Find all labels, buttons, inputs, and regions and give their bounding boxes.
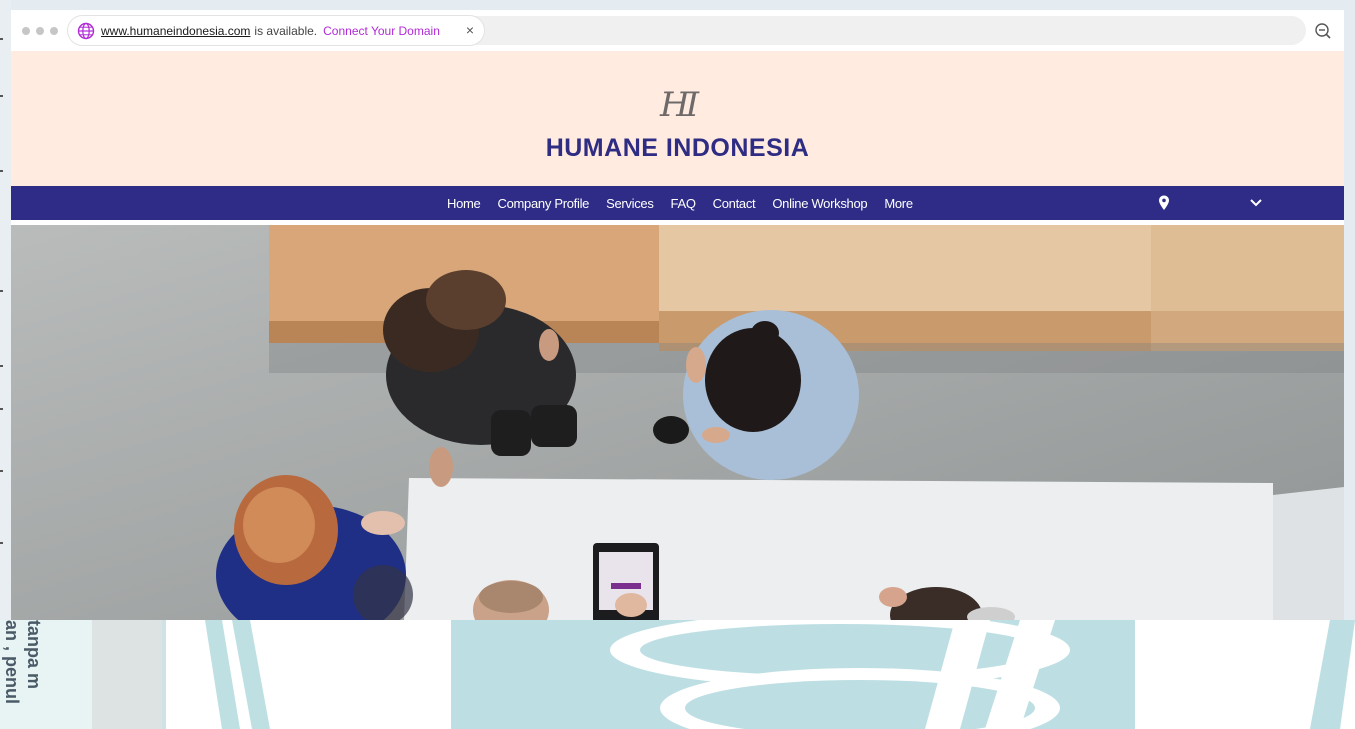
close-icon[interactable]: ×: [466, 22, 474, 38]
margin-tick: [0, 170, 3, 172]
site-title[interactable]: HUMANE INDONESIA: [11, 134, 1344, 163]
globe-icon: [77, 22, 95, 39]
nav-item-home[interactable]: Home: [447, 196, 481, 211]
site-header: HI HUMANE INDONESIA: [11, 51, 1344, 186]
watermark-line-1: tanpa m: [24, 620, 44, 690]
browser-window: www.humaneindonesia.com is available. Co…: [11, 10, 1344, 620]
window-dot[interactable]: [50, 27, 58, 35]
nav-item-more[interactable]: More: [884, 196, 913, 211]
watermark-text: tanpa m an , penul: [0, 620, 48, 729]
watermark-graphic: [0, 620, 1355, 729]
margin-tick: [0, 365, 3, 367]
logo-mark[interactable]: HI: [11, 85, 1344, 125]
zoom-out-icon[interactable]: [1314, 22, 1332, 40]
margin-tick: [0, 290, 3, 292]
browser-topbar: www.humaneindonesia.com is available. Co…: [11, 10, 1344, 51]
window-controls[interactable]: [22, 27, 58, 35]
office-meeting-photo: [11, 225, 1344, 620]
nav-item-company-profile[interactable]: Company Profile: [497, 196, 589, 211]
connect-domain-link[interactable]: Connect Your Domain: [323, 24, 440, 38]
margin-tick: [0, 95, 3, 97]
map-pin-icon[interactable]: [1158, 195, 1170, 211]
scan-margin: [0, 0, 11, 620]
margin-tick: [0, 408, 3, 410]
watermark-line-2: an , penul: [2, 620, 22, 705]
watermark-strip: tanpa m an , penul: [0, 620, 1355, 729]
margin-tick: [0, 542, 3, 544]
nav-item-contact[interactable]: Contact: [713, 196, 756, 211]
domain-notice: www.humaneindonesia.com is available. Co…: [68, 16, 484, 45]
nav-item-faq[interactable]: FAQ: [671, 196, 696, 211]
nav-items: Home Company Profile Services FAQ Contac…: [447, 186, 913, 220]
margin-tick: [0, 470, 3, 472]
hero-image: [11, 225, 1344, 620]
margin-tick: [0, 38, 3, 40]
main-nav: Home Company Profile Services FAQ Contac…: [11, 186, 1344, 220]
chevron-down-icon[interactable]: [1249, 198, 1263, 208]
window-dot[interactable]: [22, 27, 30, 35]
domain-link[interactable]: www.humaneindonesia.com: [101, 24, 250, 38]
nav-item-services[interactable]: Services: [606, 196, 654, 211]
availability-text: is available.: [254, 23, 318, 38]
nav-item-online-workshop[interactable]: Online Workshop: [772, 196, 867, 211]
window-dot[interactable]: [36, 27, 44, 35]
